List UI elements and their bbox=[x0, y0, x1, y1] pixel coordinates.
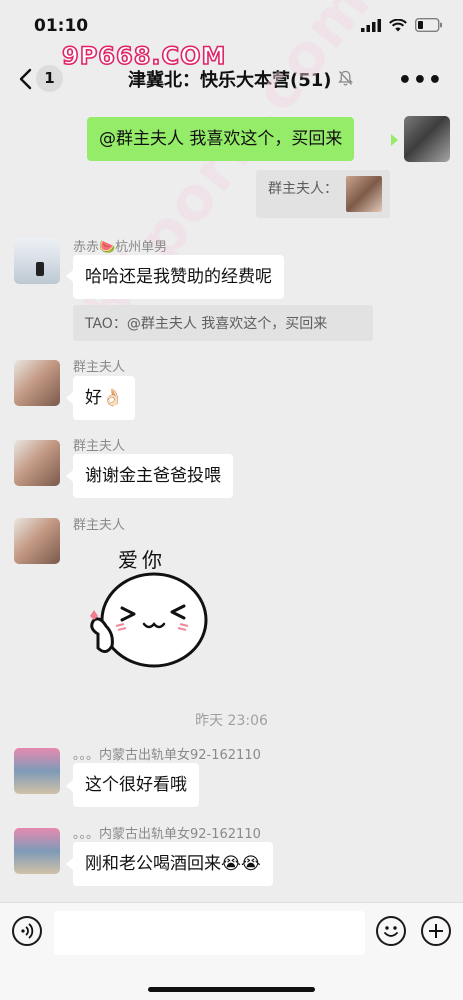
bell-off-icon bbox=[338, 70, 353, 86]
sticker-message[interactable]: 爱你 bbox=[84, 540, 214, 672]
sticker-face-graphic bbox=[90, 572, 208, 668]
home-indicator bbox=[148, 987, 315, 992]
sender-name: 赤赤🍉杭州单男 bbox=[73, 240, 168, 255]
quote-reply[interactable]: TAO：@群主夫人 我喜欢这个，买回来 bbox=[73, 305, 373, 341]
avatar[interactable] bbox=[14, 828, 60, 874]
watermark-text: 9P668.COM bbox=[61, 41, 227, 71]
quote-reply[interactable]: 群主夫人： bbox=[256, 170, 390, 218]
message-bubble[interactable]: 哈哈还是我赞助的经费呢 bbox=[73, 255, 284, 299]
quote-label: 群主夫人： bbox=[268, 181, 338, 197]
message-text: 谢谢金主爸爸投喂 bbox=[85, 466, 221, 486]
message-bubble[interactable]: 谢谢金主爸爸投喂 bbox=[73, 454, 233, 498]
quote-thumbnail bbox=[346, 176, 382, 212]
avatar[interactable] bbox=[14, 360, 60, 406]
message-text: 刚和老公喝酒回来😭😭 bbox=[85, 854, 261, 874]
message-text: 这个很好看哦 bbox=[85, 775, 187, 795]
battery-icon bbox=[415, 18, 442, 32]
emoji-icon[interactable] bbox=[376, 916, 406, 946]
avatar-self[interactable] bbox=[404, 116, 450, 162]
message-bubble-outgoing[interactable]: @群主夫人 我喜欢这个，买回来 bbox=[87, 117, 355, 161]
sender-name: 群主夫人 bbox=[73, 360, 126, 375]
avatar[interactable] bbox=[14, 748, 60, 794]
wifi-icon bbox=[389, 18, 407, 31]
voice-icon[interactable] bbox=[12, 916, 42, 946]
plus-icon[interactable] bbox=[421, 916, 451, 946]
more-icon[interactable]: ••• bbox=[398, 68, 443, 93]
sender-name: 。。。内蒙古出轨单女92-162110 bbox=[73, 748, 261, 763]
avatar[interactable] bbox=[14, 518, 60, 564]
unread-count-badge[interactable]: 1 bbox=[36, 65, 63, 92]
status-time: 01:10 bbox=[34, 16, 89, 36]
message-text: 好👌🏻 bbox=[85, 388, 124, 408]
signal-icon bbox=[361, 18, 381, 32]
bubble-tail bbox=[66, 780, 73, 792]
message-bubble[interactable]: 好👌🏻 bbox=[73, 376, 136, 420]
message-timestamp: 昨天 23:06 bbox=[195, 713, 268, 729]
bubble-tail bbox=[391, 134, 398, 146]
quote-text: TAO：@群主夫人 我喜欢这个，买回来 bbox=[85, 316, 328, 332]
message-input[interactable] bbox=[54, 911, 365, 955]
bubble-tail bbox=[66, 392, 73, 404]
bubble-tail bbox=[66, 470, 73, 482]
avatar[interactable] bbox=[14, 238, 60, 284]
sender-name: 群主夫人 bbox=[73, 439, 126, 454]
message-bubble[interactable]: 这个很好看哦 bbox=[73, 763, 199, 807]
bubble-tail bbox=[66, 858, 73, 870]
message-bubble[interactable]: 刚和老公喝酒回来😭😭 bbox=[73, 842, 273, 886]
message-text: @群主夫人 我喜欢这个，买回来 bbox=[99, 129, 343, 149]
bubble-tail bbox=[66, 270, 73, 282]
status-icons bbox=[361, 18, 443, 32]
sender-name: 。。。内蒙古出轨单女92-162110 bbox=[73, 827, 261, 842]
chat-input-bar bbox=[0, 902, 463, 1000]
sender-name: 群主夫人 bbox=[73, 518, 126, 533]
avatar[interactable] bbox=[14, 440, 60, 486]
message-text: 哈哈还是我赞助的经费呢 bbox=[85, 267, 272, 287]
